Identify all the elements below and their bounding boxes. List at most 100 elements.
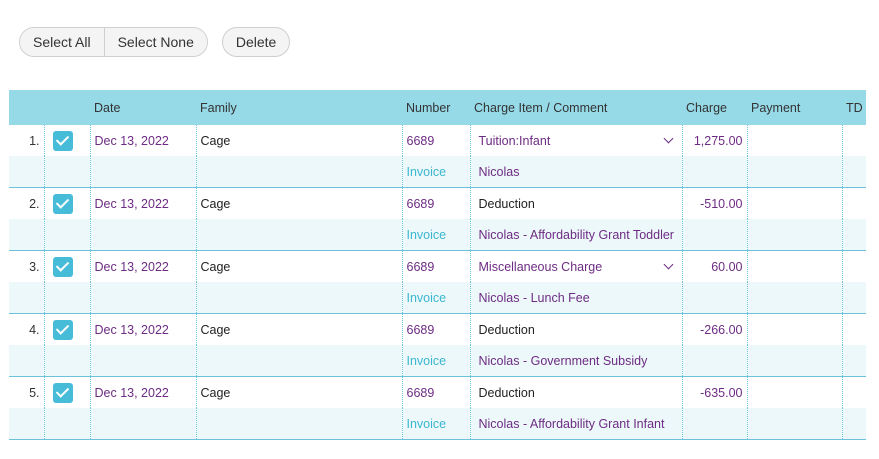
row-comment-cell[interactable]: Nicolas - Affordability Grant Infant [469, 408, 682, 440]
detail-empty [89, 345, 196, 377]
detail-empty [43, 408, 90, 440]
detail-empty [195, 408, 402, 440]
detail-empty [43, 345, 90, 377]
header-td[interactable]: TD [842, 90, 866, 125]
row-checkbox[interactable] [52, 319, 73, 340]
row-index: 3. [9, 250, 44, 282]
detail-empty [681, 219, 747, 251]
row-payment[interactable] [746, 313, 842, 345]
table-header-row: Date Family Number Charge Item / Comment… [9, 90, 866, 125]
detail-empty [841, 408, 866, 440]
detail-empty [195, 345, 402, 377]
header-family[interactable]: Family [196, 90, 402, 125]
row-comment-cell[interactable]: Nicolas [469, 156, 682, 188]
row-type-link[interactable]: Invoice [401, 156, 470, 188]
row-comment: Nicolas - Government Subsidy [478, 353, 648, 368]
row-type-link[interactable]: Invoice [401, 219, 470, 251]
row-index: 4. [9, 313, 44, 345]
detail-empty [9, 219, 44, 251]
table-row-detail: Invoice Nicolas - Affordability Grant Inf… [9, 408, 866, 440]
detail-empty [43, 219, 90, 251]
row-td [841, 125, 866, 156]
row-date[interactable]: Dec 13, 2022 [89, 187, 196, 219]
toolbar: Select All Select None Delete [19, 27, 291, 57]
selection-button-group: Select All Select None [19, 27, 208, 57]
detail-empty [89, 219, 196, 251]
detail-empty [681, 408, 747, 440]
header-charge[interactable]: Charge [682, 90, 747, 125]
charge-item-select[interactable]: Tuition:Infant [469, 125, 682, 156]
select-none-button[interactable]: Select None [103, 28, 207, 56]
detail-empty [9, 156, 44, 188]
row-type-link[interactable]: Invoice [401, 282, 470, 314]
table-row-detail: Invoice Nicolas [9, 156, 866, 188]
row-type-link[interactable]: Invoice [401, 345, 470, 377]
charge-item-value: Deduction [478, 385, 535, 400]
row-td [841, 187, 866, 219]
row-number[interactable]: 6689 [401, 250, 470, 282]
row-number[interactable]: 6689 [401, 376, 470, 408]
charge-item-value: Deduction [478, 196, 535, 211]
row-date[interactable]: Dec 13, 2022 [89, 313, 196, 345]
row-charge[interactable]: -510.00 [681, 187, 747, 219]
detail-empty [89, 408, 196, 440]
row-payment[interactable] [746, 250, 842, 282]
row-comment: Nicolas - Lunch Fee [478, 290, 590, 305]
row-family: Cage [195, 125, 402, 156]
row-checkbox[interactable] [52, 130, 73, 151]
row-family: Cage [195, 313, 402, 345]
row-charge[interactable]: -266.00 [681, 313, 747, 345]
header-date[interactable]: Date [90, 90, 196, 125]
table-row: 4. Dec 13, 2022 Cage 6689 Deduction -266.00 [9, 313, 866, 345]
table-row-detail: Invoice Nicolas - Government Subsidy [9, 345, 866, 377]
table-row: 1. Dec 13, 2022 Cage 6689 Tuition:Infant 1,27… [9, 125, 866, 156]
row-td [841, 313, 866, 345]
row-comment-cell[interactable]: Nicolas - Lunch Fee [469, 282, 682, 314]
charge-item-value: Deduction [478, 322, 535, 337]
table-body: 1. Dec 13, 2022 Cage 6689 Tuition:Infant 1,27… [9, 125, 866, 440]
table-row-detail: Invoice Nicolas - Lunch Fee [9, 282, 866, 314]
header-number[interactable]: Number [402, 90, 470, 125]
detail-empty [746, 282, 842, 314]
row-comment-cell[interactable]: Nicolas - Government Subsidy [469, 345, 682, 377]
row-number[interactable]: 6689 [401, 313, 470, 345]
row-number[interactable]: 6689 [401, 187, 470, 219]
row-charge[interactable]: -635.00 [681, 376, 747, 408]
row-comment: Nicolas - Affordability Grant Toddler [478, 227, 674, 242]
row-date[interactable]: Dec 13, 2022 [89, 376, 196, 408]
row-select-cell [43, 187, 90, 219]
charge-item-cell: Deduction [469, 187, 682, 219]
header-payment[interactable]: Payment [747, 90, 842, 125]
delete-button[interactable]: Delete [221, 27, 291, 57]
row-checkbox[interactable] [52, 382, 73, 403]
row-payment[interactable] [746, 125, 842, 156]
row-comment: Nicolas - Affordability Grant Infant [478, 416, 665, 431]
row-charge[interactable]: 1,275.00 [681, 125, 747, 156]
row-charge[interactable]: 60.00 [681, 250, 747, 282]
row-family: Cage [195, 187, 402, 219]
detail-empty [841, 282, 866, 314]
detail-empty [746, 345, 842, 377]
row-select-cell [43, 376, 90, 408]
chevron-down-icon [663, 133, 673, 144]
row-checkbox[interactable] [52, 256, 73, 277]
row-td [841, 376, 866, 408]
detail-empty [681, 345, 747, 377]
charge-item-value: Miscellaneous Charge [478, 259, 603, 274]
row-index: 5. [9, 376, 44, 408]
row-checkbox[interactable] [52, 193, 73, 214]
row-comment-cell[interactable]: Nicolas - Affordability Grant Toddler [469, 219, 682, 251]
charge-item-select[interactable]: Miscellaneous Charge [469, 250, 682, 282]
detail-empty [681, 156, 747, 188]
row-date[interactable]: Dec 13, 2022 [89, 250, 196, 282]
detail-empty [195, 282, 402, 314]
row-date[interactable]: Dec 13, 2022 [89, 125, 196, 156]
row-payment[interactable] [746, 187, 842, 219]
charge-item-value: Tuition:Infant [478, 133, 551, 148]
row-number[interactable]: 6689 [401, 125, 470, 156]
header-charge-item[interactable]: Charge Item / Comment [470, 90, 682, 125]
select-all-button[interactable]: Select All [20, 28, 104, 56]
row-payment[interactable] [746, 376, 842, 408]
detail-empty [9, 345, 44, 377]
row-type-link[interactable]: Invoice [401, 408, 470, 440]
